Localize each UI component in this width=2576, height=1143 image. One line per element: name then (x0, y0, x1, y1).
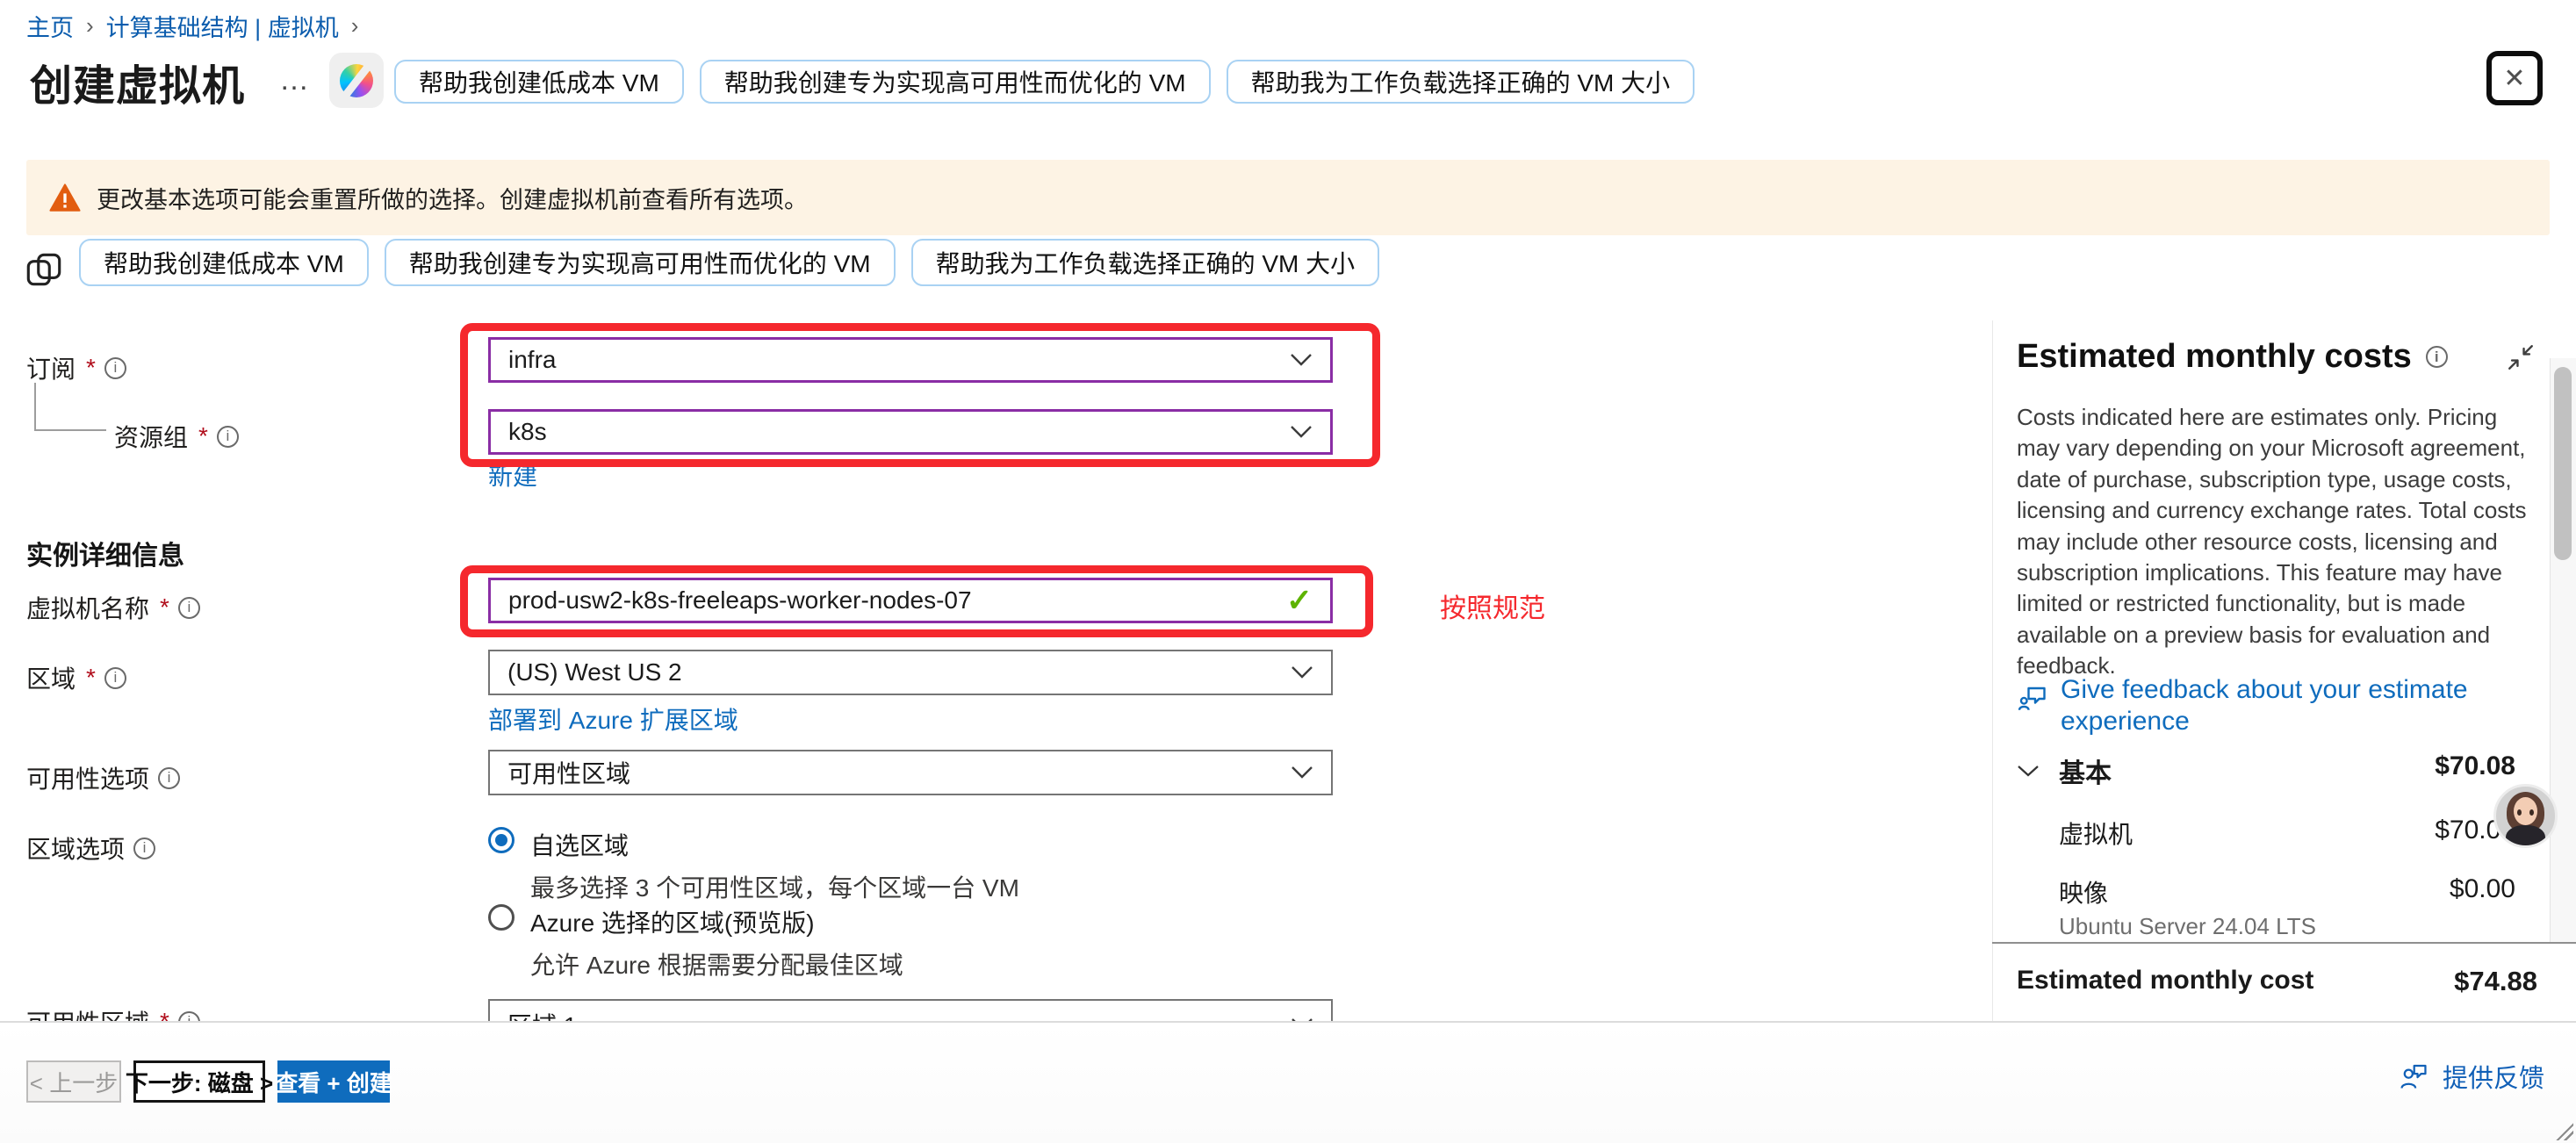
zone-option-azure-selected: Azure 选择的区域(预览版) 允许 Azure 根据需要分配最佳区域 (488, 904, 903, 981)
avatar-eye (2529, 809, 2534, 816)
field-connector (34, 429, 106, 431)
chevron-down-icon (1290, 353, 1313, 367)
zone-option-self-selected: 自选区域 最多选择 3 个可用性区域，每个区域一台 VM (488, 827, 1019, 904)
warning-icon (49, 183, 81, 212)
info-icon[interactable]: i (158, 767, 180, 789)
radio-description: 允许 Azure 根据需要分配最佳区域 (530, 946, 903, 981)
close-icon: ✕ (2503, 63, 2525, 94)
breadcrumb-separator: › (86, 12, 94, 40)
region-label: 区域* i (26, 660, 126, 695)
cost-row-subtext: Ubuntu Server 24.04 LTS (2059, 913, 2316, 940)
info-icon[interactable]: i (217, 426, 239, 448)
radio-description: 最多选择 3 个可用性区域，每个区域一台 VM (530, 869, 1019, 904)
cost-row-amount: $0.00 (2450, 874, 2515, 904)
resize-grip[interactable] (2554, 1121, 2573, 1140)
avatar-eye (2517, 809, 2522, 816)
chevron-down-icon (1291, 665, 1313, 679)
avatar-body (2506, 825, 2545, 848)
assistant-avatar[interactable] (2493, 784, 2558, 848)
chevron-down-icon (1291, 766, 1313, 780)
create-new-link[interactable]: 新建 (488, 457, 537, 492)
azure-edge-zone-link[interactable]: 部署到 Azure 扩展区域 (488, 701, 738, 737)
suggestion-right-vm-size[interactable]: 帮助我为工作负载选择正确的 VM 大小 (1227, 60, 1695, 104)
person-feedback-icon (2399, 1062, 2428, 1090)
cost-row-name: 虚拟机 (2059, 816, 2133, 851)
cost-group-name: 基本 (2059, 751, 2112, 790)
availability-options-label: 可用性选项 i (26, 760, 180, 795)
review-create-button[interactable]: 查看 + 创建 (277, 1060, 390, 1103)
breadcrumb: 主页 › 计算基础结构 | 虚拟机 › (26, 9, 358, 43)
cost-row-name: 映像 (2059, 874, 2108, 909)
copilot-suggestions-inline: 帮助我创建低成本 VM 帮助我创建专为实现高可用性而优化的 VM 帮助我为工作负… (79, 239, 1379, 286)
region-dropdown[interactable]: (US) West US 2 (488, 650, 1333, 695)
more-options-button[interactable]: … (279, 63, 311, 97)
suggestion-low-cost-vm[interactable]: 帮助我创建低成本 VM (394, 60, 684, 104)
subscription-label: 订阅* i (26, 350, 126, 385)
close-button[interactable]: ✕ (2486, 51, 2543, 105)
chevron-down-icon[interactable] (2017, 763, 2040, 779)
breadcrumb-home[interactable]: 主页 (26, 9, 74, 43)
breadcrumb-separator: › (351, 12, 359, 40)
info-icon[interactable]: i (133, 837, 155, 859)
estimate-feedback-link[interactable]: Give feedback about your estimate experi… (2017, 674, 2508, 737)
radio-selected[interactable] (488, 827, 514, 853)
breadcrumb-section[interactable]: 计算基础结构 | 虚拟机 (106, 9, 339, 43)
resource-group-dropdown[interactable]: k8s (488, 409, 1333, 455)
total-divider (1992, 942, 2576, 944)
page-title: 创建虚拟机 (30, 51, 245, 112)
suggestion-high-availability-vm[interactable]: 帮助我创建专为实现高可用性而优化的 VM (700, 60, 1211, 104)
cost-panel-description: Costs indicated here are estimates only.… (2017, 402, 2533, 682)
resource-group-label: 资源组* i (114, 419, 239, 454)
copilot-icon (340, 64, 373, 97)
instance-details-heading: 实例详细信息 (26, 534, 184, 572)
vm-name-label: 虚拟机名称* i (26, 590, 200, 625)
copilot-button[interactable] (329, 53, 384, 108)
warning-banner: 更改基本选项可能会重置所做的选择。创建虚拟机前查看所有选项。 (26, 160, 2550, 235)
copilot-outline-icon (21, 248, 67, 291)
suggestion-right-vm-size[interactable]: 帮助我为工作负载选择正确的 VM 大小 (911, 239, 1380, 286)
annotation-text: 按照规范 (1440, 586, 1545, 625)
vm-name-input[interactable]: prod-usw2-k8s-freeleaps-worker-nodes-07 … (488, 578, 1333, 623)
availability-options-dropdown[interactable]: 可用性区域 (488, 750, 1333, 795)
radio-unselected[interactable] (488, 904, 514, 931)
copilot-suggestions-header: 帮助我创建低成本 VM 帮助我创建专为实现高可用性而优化的 VM 帮助我为工作负… (394, 60, 1695, 104)
info-icon[interactable]: i (2426, 346, 2448, 368)
cost-panel-title: Estimated monthly costs i (2017, 338, 2448, 376)
chevron-down-icon (1290, 425, 1313, 439)
info-icon[interactable]: i (104, 667, 126, 689)
radio-label[interactable]: 自选区域 (530, 827, 1019, 862)
radio-label[interactable]: Azure 选择的区域(预览版) (530, 904, 903, 939)
valid-check-icon: ✓ (1286, 582, 1313, 619)
panel-divider (1992, 320, 1993, 1021)
collapse-panel-icon[interactable] (2506, 342, 2536, 372)
previous-button[interactable]: < 上一步 (26, 1060, 121, 1103)
info-icon[interactable]: i (104, 357, 126, 379)
feedback-bubbles-icon (2017, 683, 2048, 715)
scrollbar-thumb[interactable] (2554, 367, 2572, 560)
footer-bar: < 上一步 下一步: 磁盘 > 查看 + 创建 提供反馈 (0, 1021, 2576, 1143)
field-connector (34, 383, 36, 430)
feedback-link[interactable]: 提供反馈 (2399, 1058, 2544, 1095)
estimated-total-amount: $74.88 (2454, 966, 2537, 997)
zone-options-label: 区域选项 i (26, 830, 155, 866)
next-disks-button[interactable]: 下一步: 磁盘 > (133, 1060, 265, 1103)
estimated-total-label: Estimated monthly cost (2017, 966, 2313, 996)
cost-group-amount: $70.08 (2435, 751, 2515, 781)
suggestion-high-availability-vm[interactable]: 帮助我创建专为实现高可用性而优化的 VM (385, 239, 896, 286)
suggestion-low-cost-vm[interactable]: 帮助我创建低成本 VM (79, 239, 369, 286)
info-icon[interactable]: i (178, 597, 200, 619)
subscription-dropdown[interactable]: infra (488, 337, 1333, 383)
warning-text: 更改基本选项可能会重置所做的选择。创建虚拟机前查看所有选项。 (97, 181, 808, 215)
